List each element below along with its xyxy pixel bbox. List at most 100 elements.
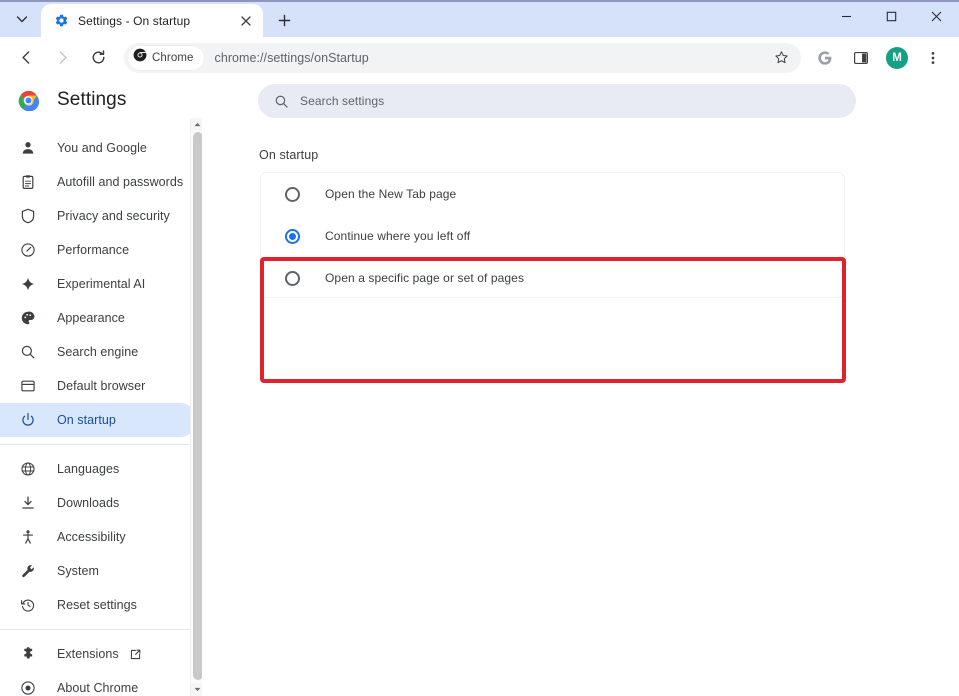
sidebar-item-you-and-google[interactable]: You and Google: [0, 131, 197, 165]
address-bar[interactable]: Chrome chrome://settings/onStartup: [124, 43, 801, 73]
sidebar-item-label: Reset settings: [57, 598, 137, 612]
forward-button[interactable]: [47, 43, 77, 73]
sidebar-item-label: Privacy and security: [57, 209, 170, 223]
profile-avatar[interactable]: M: [882, 43, 912, 73]
chrome-menu-icon[interactable]: [918, 43, 948, 73]
sidebar-item-label: On startup: [57, 413, 116, 427]
radio-label: Open the New Tab page: [325, 187, 456, 201]
sidebar-item-label: Downloads: [57, 496, 119, 510]
sidebar-item-label: You and Google: [57, 141, 147, 155]
palette-icon: [18, 308, 38, 328]
sidebar-item-experimental-ai[interactable]: Experimental AI: [0, 267, 197, 301]
download-icon: [18, 493, 38, 513]
settings-main-panel: Search settings On startup Open the New …: [216, 78, 959, 696]
sidebar-item-label: About Chrome: [57, 681, 138, 695]
sidebar-item-label: Languages: [57, 462, 119, 476]
sidebar-item-label: Autofill and passwords: [57, 175, 183, 189]
speedometer-icon: [18, 240, 38, 260]
settings-sidebar: Settings You and Google: [0, 78, 203, 696]
startup-option-continue[interactable]: Continue where you left off: [261, 215, 846, 257]
avatar-initial: M: [886, 47, 908, 69]
radio-button-selected[interactable]: [285, 229, 300, 244]
browser-toolbar: Chrome chrome://settings/onStartup: [0, 37, 959, 78]
sidebar-item-label: System: [57, 564, 99, 578]
chrome-browser-window: Settings - On startup: [0, 0, 959, 696]
sidebar-item-performance[interactable]: Performance: [0, 233, 197, 267]
wrench-icon: [18, 561, 38, 581]
sidebar-edge: [202, 78, 203, 696]
sidebar-item-label: Performance: [57, 243, 129, 257]
sidebar-item-autofill-and-passwords[interactable]: Autofill and passwords: [0, 165, 197, 199]
settings-nav-list: You and Google Autofill and passwords: [0, 131, 203, 696]
sidebar-divider: [0, 629, 203, 630]
radio-button[interactable]: [285, 187, 300, 202]
sidebar-item-appearance[interactable]: Appearance: [0, 301, 197, 335]
sidebar-item-downloads[interactable]: Downloads: [0, 486, 197, 520]
history-restore-icon: [18, 595, 38, 615]
search-placeholder-text: Search settings: [300, 94, 384, 108]
startup-option-new-tab[interactable]: Open the New Tab page: [261, 173, 846, 215]
sidebar-item-label: Appearance: [57, 311, 125, 325]
tab-search-button[interactable]: [5, 5, 39, 33]
search-settings-input[interactable]: Search settings: [258, 84, 856, 118]
chrome-logo-icon: [18, 90, 39, 111]
chrome-circle-icon: [18, 678, 38, 696]
sidebar-item-search-engine[interactable]: Search engine: [0, 335, 197, 369]
settings-page: Settings You and Google: [0, 78, 959, 696]
external-link-icon: [129, 648, 142, 661]
window-controls: [824, 0, 959, 33]
shield-icon: [18, 206, 38, 226]
sidebar-item-reset-settings[interactable]: Reset settings: [0, 588, 197, 622]
back-button[interactable]: [11, 43, 41, 73]
sidebar-item-label: Experimental AI: [57, 277, 145, 291]
tab-title: Settings - On startup: [78, 14, 237, 28]
sidebar-item-extensions[interactable]: Extensions: [0, 637, 197, 671]
page-title: Settings: [57, 89, 126, 111]
sparkle-icon: [18, 274, 38, 294]
sidebar-item-on-startup[interactable]: On startup: [0, 403, 197, 437]
tab-close-icon[interactable]: [237, 12, 255, 30]
sidebar-item-about-chrome[interactable]: About Chrome: [0, 671, 197, 696]
reload-button[interactable]: [83, 43, 113, 73]
radio-label: Open a specific page or set of pages: [325, 271, 524, 285]
sidebar-item-label: Extensions: [57, 647, 119, 661]
power-icon: [18, 410, 38, 430]
sidebar-item-system[interactable]: System: [0, 554, 197, 588]
window-top-border: [0, 0, 959, 2]
search-icon: [18, 342, 38, 362]
startup-option-specific-page[interactable]: Open a specific page or set of pages: [261, 257, 846, 299]
accessibility-icon: [18, 527, 38, 547]
settings-brand: Settings: [0, 78, 203, 122]
puzzle-icon: [18, 644, 38, 664]
search-icon: [274, 94, 289, 109]
globe-icon: [18, 459, 38, 479]
settings-gear-icon: [53, 13, 69, 29]
radio-button[interactable]: [285, 271, 300, 286]
sidebar-item-privacy-and-security[interactable]: Privacy and security: [0, 199, 197, 233]
sidebar-divider: [0, 444, 203, 445]
minimize-button[interactable]: [824, 0, 869, 33]
side-panel-icon[interactable]: [846, 43, 876, 73]
chrome-chip-label: Chrome: [152, 52, 194, 64]
close-button[interactable]: [914, 0, 959, 33]
browser-tab[interactable]: Settings - On startup: [41, 4, 263, 37]
sidebar-item-label: Accessibility: [57, 530, 126, 544]
scrollbar-thumb[interactable]: [193, 132, 203, 680]
on-startup-options-group: Open the New Tab page Continue where you…: [260, 172, 845, 298]
clipboard-icon: [18, 172, 38, 192]
tab-strip: Settings - On startup: [0, 0, 959, 37]
radio-label: Continue where you left off: [325, 229, 470, 243]
sidebar-item-default-browser[interactable]: Default browser: [0, 369, 197, 403]
browser-window-icon: [18, 376, 38, 396]
sidebar-item-languages[interactable]: Languages: [0, 452, 197, 486]
chrome-logo-icon: [133, 48, 147, 67]
sidebar-item-accessibility[interactable]: Accessibility: [0, 520, 197, 554]
maximize-button[interactable]: [869, 0, 914, 33]
url-text[interactable]: chrome://settings/onStartup: [215, 51, 767, 65]
bookmark-star-icon[interactable]: [767, 44, 795, 72]
chrome-origin-chip[interactable]: Chrome: [128, 46, 204, 70]
section-heading: On startup: [259, 148, 318, 162]
new-tab-button[interactable]: [270, 6, 298, 34]
google-search-icon[interactable]: [810, 43, 840, 73]
person-icon: [18, 138, 38, 158]
